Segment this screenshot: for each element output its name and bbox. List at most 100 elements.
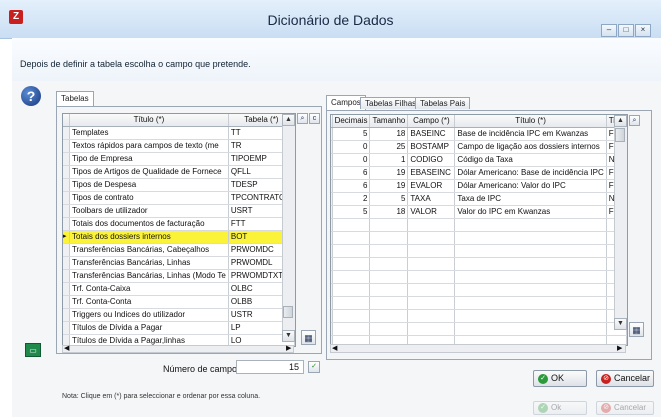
table-row[interactable]: Transferências Bancárias, Linhas (Modo T… bbox=[63, 269, 295, 283]
cancel-icon: ⊘ bbox=[601, 402, 611, 413]
find-field-icon[interactable]: ⌕ bbox=[629, 115, 640, 126]
table-row[interactable]: Toolbars de utilizador USRT bbox=[63, 204, 295, 218]
table-row[interactable]: Trf. Conta-Conta OLBB bbox=[63, 295, 295, 309]
refresh-icon[interactable]: ✓ bbox=[308, 361, 320, 373]
help-icon[interactable]: ? bbox=[21, 86, 41, 106]
empty-cell bbox=[332, 218, 371, 232]
terminal-icon[interactable]: ▭ bbox=[25, 343, 41, 357]
fields-grid[interactable]: Decimais Tamanho Campo (*) Título (*) Ti… bbox=[330, 114, 628, 346]
scroll-down-icon[interactable]: ▼ bbox=[282, 330, 295, 342]
column-header-campo[interactable]: Campo (*) bbox=[407, 115, 456, 128]
field-cell-decimals: 2 bbox=[332, 192, 371, 206]
tables-hscrollbar[interactable] bbox=[62, 345, 294, 353]
empty-row bbox=[331, 244, 627, 258]
tab-tabelas[interactable]: Tabelas bbox=[56, 91, 94, 107]
ok-button[interactable]: ✓ OK bbox=[533, 370, 587, 387]
empty-cell bbox=[407, 231, 456, 245]
field-row[interactable]: 5 18 BASEINC Base de incidência IPC em Kwan… bbox=[331, 127, 627, 141]
field-row[interactable]: 518VALORValor do IPC em KwanzasFN bbox=[331, 205, 627, 219]
empty-cell bbox=[332, 322, 371, 336]
table-row[interactable]: Tipos de Artigos de Qualidade de Fornece… bbox=[63, 165, 295, 179]
table-row[interactable]: Totais dos documentos de facturação FTT bbox=[63, 217, 295, 231]
scroll-down-icon[interactable]: ▼ bbox=[614, 318, 627, 330]
column-header-titulo[interactable]: Título (*) bbox=[454, 115, 607, 128]
field-row[interactable]: 0 1 CODIGO Código da Taxa N bbox=[331, 153, 627, 167]
empty-cell bbox=[407, 322, 456, 336]
empty-row bbox=[331, 270, 627, 284]
empty-cell bbox=[332, 257, 371, 271]
table-grid-icon[interactable]: ▦ bbox=[301, 330, 316, 345]
scroll-left-icon[interactable]: ◀ bbox=[332, 344, 337, 353]
empty-cell bbox=[332, 244, 371, 258]
table-cell-title: Totais dos documentos de facturação bbox=[69, 217, 229, 231]
empty-cell bbox=[407, 244, 456, 258]
field-row[interactable]: 619EVALORDólar Americano: Valor do IPCFN bbox=[331, 179, 627, 193]
cancel-button[interactable]: ⊘ Cancelar bbox=[596, 370, 654, 387]
scroll-thumb[interactable] bbox=[615, 128, 625, 142]
field-cell-name: BOSTAMP bbox=[407, 140, 456, 154]
empty-row bbox=[331, 218, 627, 232]
table-row[interactable]: Títulos de Dívida a Pagar LP bbox=[63, 321, 295, 335]
fields-vscrollbar[interactable] bbox=[614, 115, 627, 330]
empty-cell bbox=[407, 257, 456, 271]
find-table-icon[interactable]: ⌕ bbox=[297, 113, 308, 124]
empty-cell bbox=[369, 257, 409, 271]
table-row[interactable]: Transferências Bancárias, Linhas PRWOMDL bbox=[63, 256, 295, 270]
scroll-thumb[interactable] bbox=[283, 306, 293, 318]
table-row[interactable]: Textos rápidos para campos de texto (me T… bbox=[63, 139, 295, 153]
table-cell-title: Títulos de Dívida a Pagar bbox=[69, 321, 229, 335]
table-row[interactable]: Trf. Conta-Caixa OLBC bbox=[63, 282, 295, 296]
table-row[interactable]: ▸ Totais dos dossiers internos BOT bbox=[63, 230, 295, 244]
field-cell-size: 1 bbox=[369, 153, 409, 167]
table-row[interactable]: Transferências Bancárias, Cabeçalhos PRWO… bbox=[63, 243, 295, 257]
field-cell-size: 19 bbox=[369, 179, 409, 193]
field-cell-size: 18 bbox=[369, 205, 409, 219]
filter-table-icon[interactable]: c bbox=[309, 113, 320, 124]
field-cell-name: TAXA bbox=[407, 192, 456, 206]
field-row[interactable]: 6 19 EBASEINC Dólar Americano: Base de inci… bbox=[331, 166, 627, 180]
table-cell-title: Transferências Bancárias, Linhas (Modo T… bbox=[69, 269, 229, 283]
empty-cell bbox=[407, 270, 456, 284]
scroll-right-icon[interactable]: ▶ bbox=[617, 344, 622, 353]
maximize-icon[interactable]: □ bbox=[618, 24, 634, 37]
ok-label: OK bbox=[551, 373, 565, 383]
table-row[interactable]: Tipo de Empresa TIPOEMP bbox=[63, 152, 295, 166]
field-cell-name: EVALOR bbox=[407, 179, 456, 193]
table-row[interactable]: Templates TT bbox=[63, 126, 295, 140]
empty-cell bbox=[332, 283, 371, 297]
field-cell-decimals: 0 bbox=[332, 153, 371, 167]
tables-grid[interactable]: Título (*) Tabela (*) Templates TT Textos … bbox=[62, 113, 296, 347]
empty-cell bbox=[369, 283, 409, 297]
column-header-tamanho[interactable]: Tamanho bbox=[369, 115, 409, 128]
field-row[interactable]: 2 5 TAXA Taxa de IPC N bbox=[331, 192, 627, 206]
field-row[interactable]: 0 25 BOSTAMP Campo de ligação aos dossiers … bbox=[331, 140, 627, 154]
empty-row bbox=[331, 309, 627, 323]
empty-cell bbox=[454, 309, 607, 323]
close-icon[interactable]: × bbox=[635, 24, 651, 37]
scroll-left-icon[interactable]: ◀ bbox=[64, 345, 69, 353]
field-grid-icon[interactable]: ▦ bbox=[629, 322, 644, 337]
scroll-up-icon[interactable]: ▲ bbox=[614, 115, 627, 127]
field-cell-title: Código da Taxa bbox=[454, 153, 607, 167]
fields-hscrollbar[interactable] bbox=[330, 344, 626, 353]
column-header-titulo[interactable]: Título (*) bbox=[69, 114, 229, 127]
empty-cell bbox=[369, 244, 409, 258]
table-cell-title: Tipo de Empresa bbox=[69, 152, 229, 166]
table-row[interactable]: Triggers ou Indices do utilizador USTR bbox=[63, 308, 295, 322]
minimize-icon[interactable]: – bbox=[601, 24, 617, 37]
field-cell-name: VALOR bbox=[407, 205, 456, 219]
column-header-decimais[interactable]: Decimais bbox=[332, 115, 371, 128]
tables-vscrollbar[interactable] bbox=[282, 114, 295, 331]
field-cell-title: Campo de ligação aos dossiers internos bbox=[454, 140, 607, 154]
tab-tabelas-filhas[interactable]: Tabelas Filhas bbox=[360, 97, 422, 109]
table-row[interactable]: Tipos de Despesa TDESP bbox=[63, 178, 295, 192]
table-cell-title: Templates bbox=[69, 126, 229, 140]
scroll-right-icon[interactable]: ▶ bbox=[286, 345, 291, 353]
field-cell-name: EBASEINC bbox=[407, 166, 456, 180]
scroll-up-icon[interactable]: ▲ bbox=[282, 114, 295, 126]
tab-tabelas-pais[interactable]: Tabelas Pais bbox=[415, 97, 471, 109]
table-row[interactable]: Tipos de contrato TPCONTRATO bbox=[63, 191, 295, 205]
field-cell-title: Base de incidência IPC em Kwanzas bbox=[454, 127, 607, 141]
check-icon: ✓ bbox=[538, 373, 548, 384]
empty-cell bbox=[332, 309, 371, 323]
